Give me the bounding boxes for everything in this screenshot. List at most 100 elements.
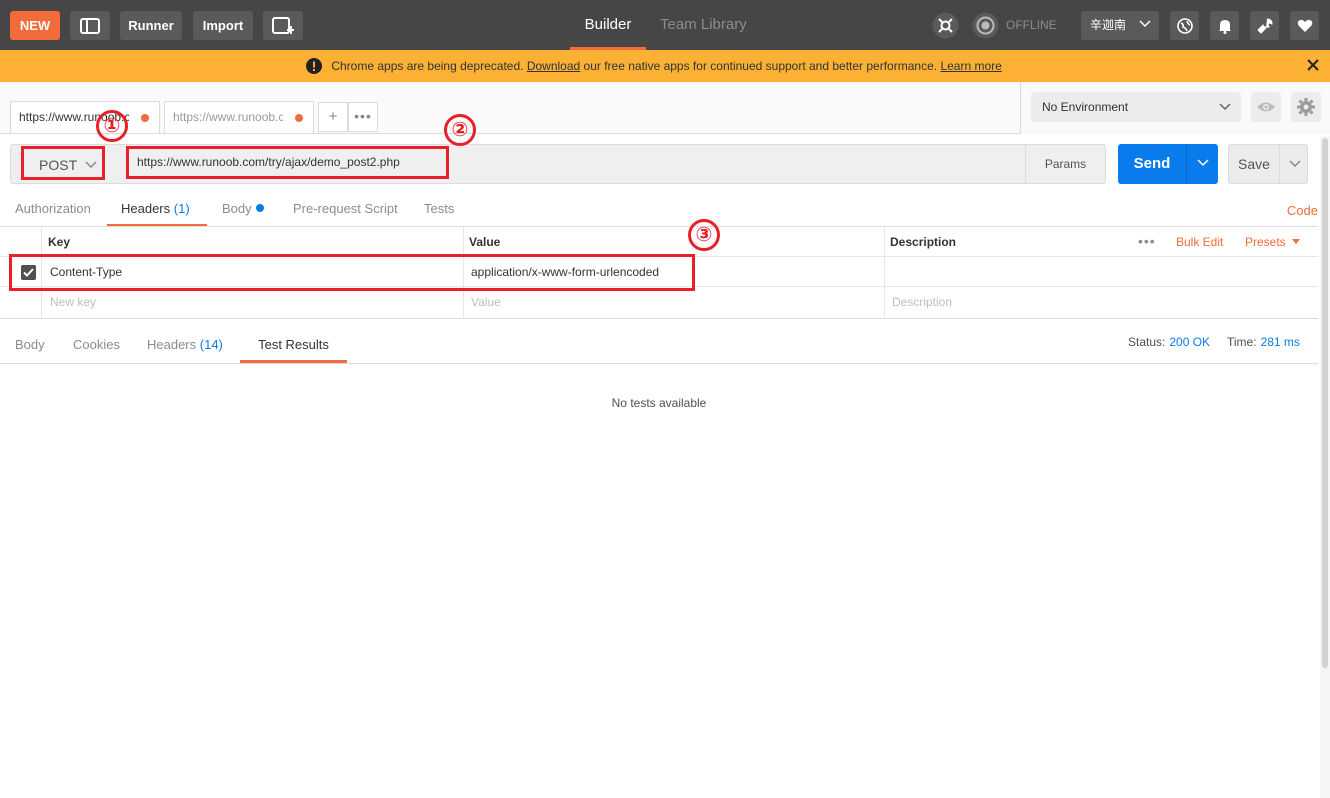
response-tab-body[interactable]: Body <box>15 328 45 363</box>
toggle-sidebar-button[interactable] <box>70 11 110 40</box>
globe-icon <box>1176 17 1193 34</box>
annotation-number-3: ③ <box>688 219 720 251</box>
time-label: Time: <box>1227 335 1257 349</box>
user-name: 辛迦南 <box>1090 18 1127 32</box>
unsaved-indicator <box>141 114 149 122</box>
request-tab-2[interactable]: https://www.runoob.com/try/ajax/demo_pos… <box>164 101 314 133</box>
save-button-group: Save <box>1228 144 1308 184</box>
environment-select[interactable]: No Environment <box>1031 92 1241 122</box>
manage-environments-button[interactable] <box>1291 92 1321 122</box>
scrollbar-thumb[interactable] <box>1322 138 1328 668</box>
time-value: 281 ms <box>1260 335 1300 349</box>
bell-icon <box>1218 19 1231 34</box>
new-header-row: New key Value Description <box>0 287 1318 317</box>
tab-team-library[interactable]: Team Library <box>660 0 747 50</box>
tab-headers-count: (1) <box>173 201 190 216</box>
new-button[interactable]: NEW <box>10 11 60 40</box>
close-icon[interactable] <box>1306 58 1320 72</box>
response-tab-test-results[interactable]: Test Results <box>240 328 347 363</box>
request-subtabs: Authorization Headers (1) Body Pre-reque… <box>0 193 1318 227</box>
sync-status-icon[interactable] <box>971 11 1000 40</box>
request-tab-1[interactable]: https://www.runoob.com/try/ajax/demo_pos… <box>10 101 160 133</box>
column-options-button[interactable]: ••• <box>1138 227 1156 255</box>
unsaved-indicator <box>295 114 303 122</box>
new-window-button[interactable] <box>263 11 303 40</box>
import-button[interactable]: Import <box>193 11 253 40</box>
request-tab-label: https://www.runoob.com/try/ajax/demo_pos… <box>173 110 283 124</box>
status-value: 200 OK <box>1169 335 1211 349</box>
wrench-icon <box>1256 18 1273 34</box>
banner-text-before: Chrome apps are being deprecated. <box>331 59 524 73</box>
response-tabs: Body Cookies Headers (14) Test Results <box>0 328 1318 364</box>
header-description-field[interactable] <box>890 257 1310 287</box>
download-link[interactable]: Download <box>527 59 580 73</box>
notifications-button[interactable] <box>1210 11 1239 40</box>
response-status: Status: 200 OK <box>1128 335 1210 349</box>
tab-builder[interactable]: Builder <box>570 0 646 50</box>
interceptor-icon[interactable] <box>931 11 960 40</box>
column-header-key: Key <box>48 235 71 249</box>
annotation-number-2: ② <box>444 114 476 146</box>
presets-button[interactable]: Presets <box>1245 227 1301 257</box>
tab-prerequest-script[interactable]: Pre-request Script <box>293 193 398 226</box>
gear-icon <box>1297 98 1315 116</box>
new-description-input[interactable]: Description <box>892 287 952 317</box>
warning-icon <box>306 57 322 74</box>
environment-area: No Environment <box>1020 82 1330 134</box>
tab-headers[interactable]: Headers (1) <box>107 193 207 226</box>
tab-authorization[interactable]: Authorization <box>15 193 91 226</box>
environment-selected: No Environment <box>1042 100 1129 114</box>
chevron-down-icon <box>1197 159 1209 167</box>
learn-more-link[interactable]: Learn more <box>940 59 1001 73</box>
heart-button[interactable] <box>1290 11 1319 40</box>
tab-options-button[interactable]: ••• <box>348 102 378 132</box>
add-tab-button[interactable]: + <box>318 102 348 132</box>
response-tab-cookies[interactable]: Cookies <box>73 328 120 363</box>
send-options-button[interactable] <box>1186 144 1218 184</box>
code-link[interactable]: Code <box>1287 203 1318 218</box>
annotation-number-1: ① <box>96 110 128 142</box>
banner-text-after: our free native apps for continued suppo… <box>583 59 938 73</box>
settings-globe-button[interactable] <box>1170 11 1199 40</box>
new-value-input[interactable]: Value <box>471 287 501 317</box>
tab-tests[interactable]: Tests <box>424 193 454 226</box>
column-header-value: Value <box>469 235 501 249</box>
deprecation-banner: Chrome apps are being deprecated. Downlo… <box>0 50 1330 82</box>
new-key-input[interactable]: New key <box>50 287 96 317</box>
sidebar-layout-icon <box>80 17 100 34</box>
table-header-row: Key Value Description ••• Bulk Edit Pres… <box>0 227 1318 257</box>
banner-message: Chrome apps are being deprecated. Downlo… <box>306 50 1002 82</box>
user-menu[interactable]: 辛迦南 <box>1081 11 1159 40</box>
response-tab-headers[interactable]: Headers (14) <box>147 328 223 363</box>
presets-label: Presets <box>1245 235 1286 249</box>
empty-test-results-message: No tests available <box>611 396 707 410</box>
send-button[interactable]: Send <box>1118 144 1186 184</box>
save-button[interactable]: Save <box>1229 145 1279 183</box>
chevron-down-icon <box>1289 160 1301 168</box>
tab-body[interactable]: Body <box>222 193 264 226</box>
chevron-down-icon <box>1139 20 1151 28</box>
eye-icon <box>1257 102 1275 112</box>
vertical-scrollbar[interactable] <box>1320 136 1330 798</box>
params-button[interactable]: Params <box>1025 144 1105 184</box>
runner-button[interactable]: Runner <box>120 11 182 40</box>
new-window-icon <box>272 16 294 34</box>
annotation-box-header <box>9 254 695 291</box>
heart-icon <box>1297 19 1312 32</box>
body-indicator-dot <box>255 204 264 212</box>
annotation-box-method <box>21 146 105 180</box>
offline-status-label: OFFLINE <box>1006 18 1057 32</box>
environment-quick-look-button[interactable] <box>1251 92 1281 122</box>
save-options-button[interactable] <box>1279 145 1307 183</box>
chevron-down-icon <box>1219 103 1231 111</box>
settings-button[interactable] <box>1250 11 1279 40</box>
send-button-group: Send <box>1118 144 1218 184</box>
bulk-edit-button[interactable]: Bulk Edit <box>1176 227 1223 257</box>
column-header-description: Description <box>890 235 957 249</box>
top-bar: NEW Runner Import Builder Team Library O… <box>0 0 1330 50</box>
response-tab-headers-label: Headers <box>147 337 197 352</box>
response-time: Time: 281 ms <box>1227 335 1300 349</box>
caret-down-icon <box>1292 239 1301 244</box>
response-tab-headers-count: (14) <box>199 337 223 352</box>
annotation-box-url <box>126 146 449 179</box>
